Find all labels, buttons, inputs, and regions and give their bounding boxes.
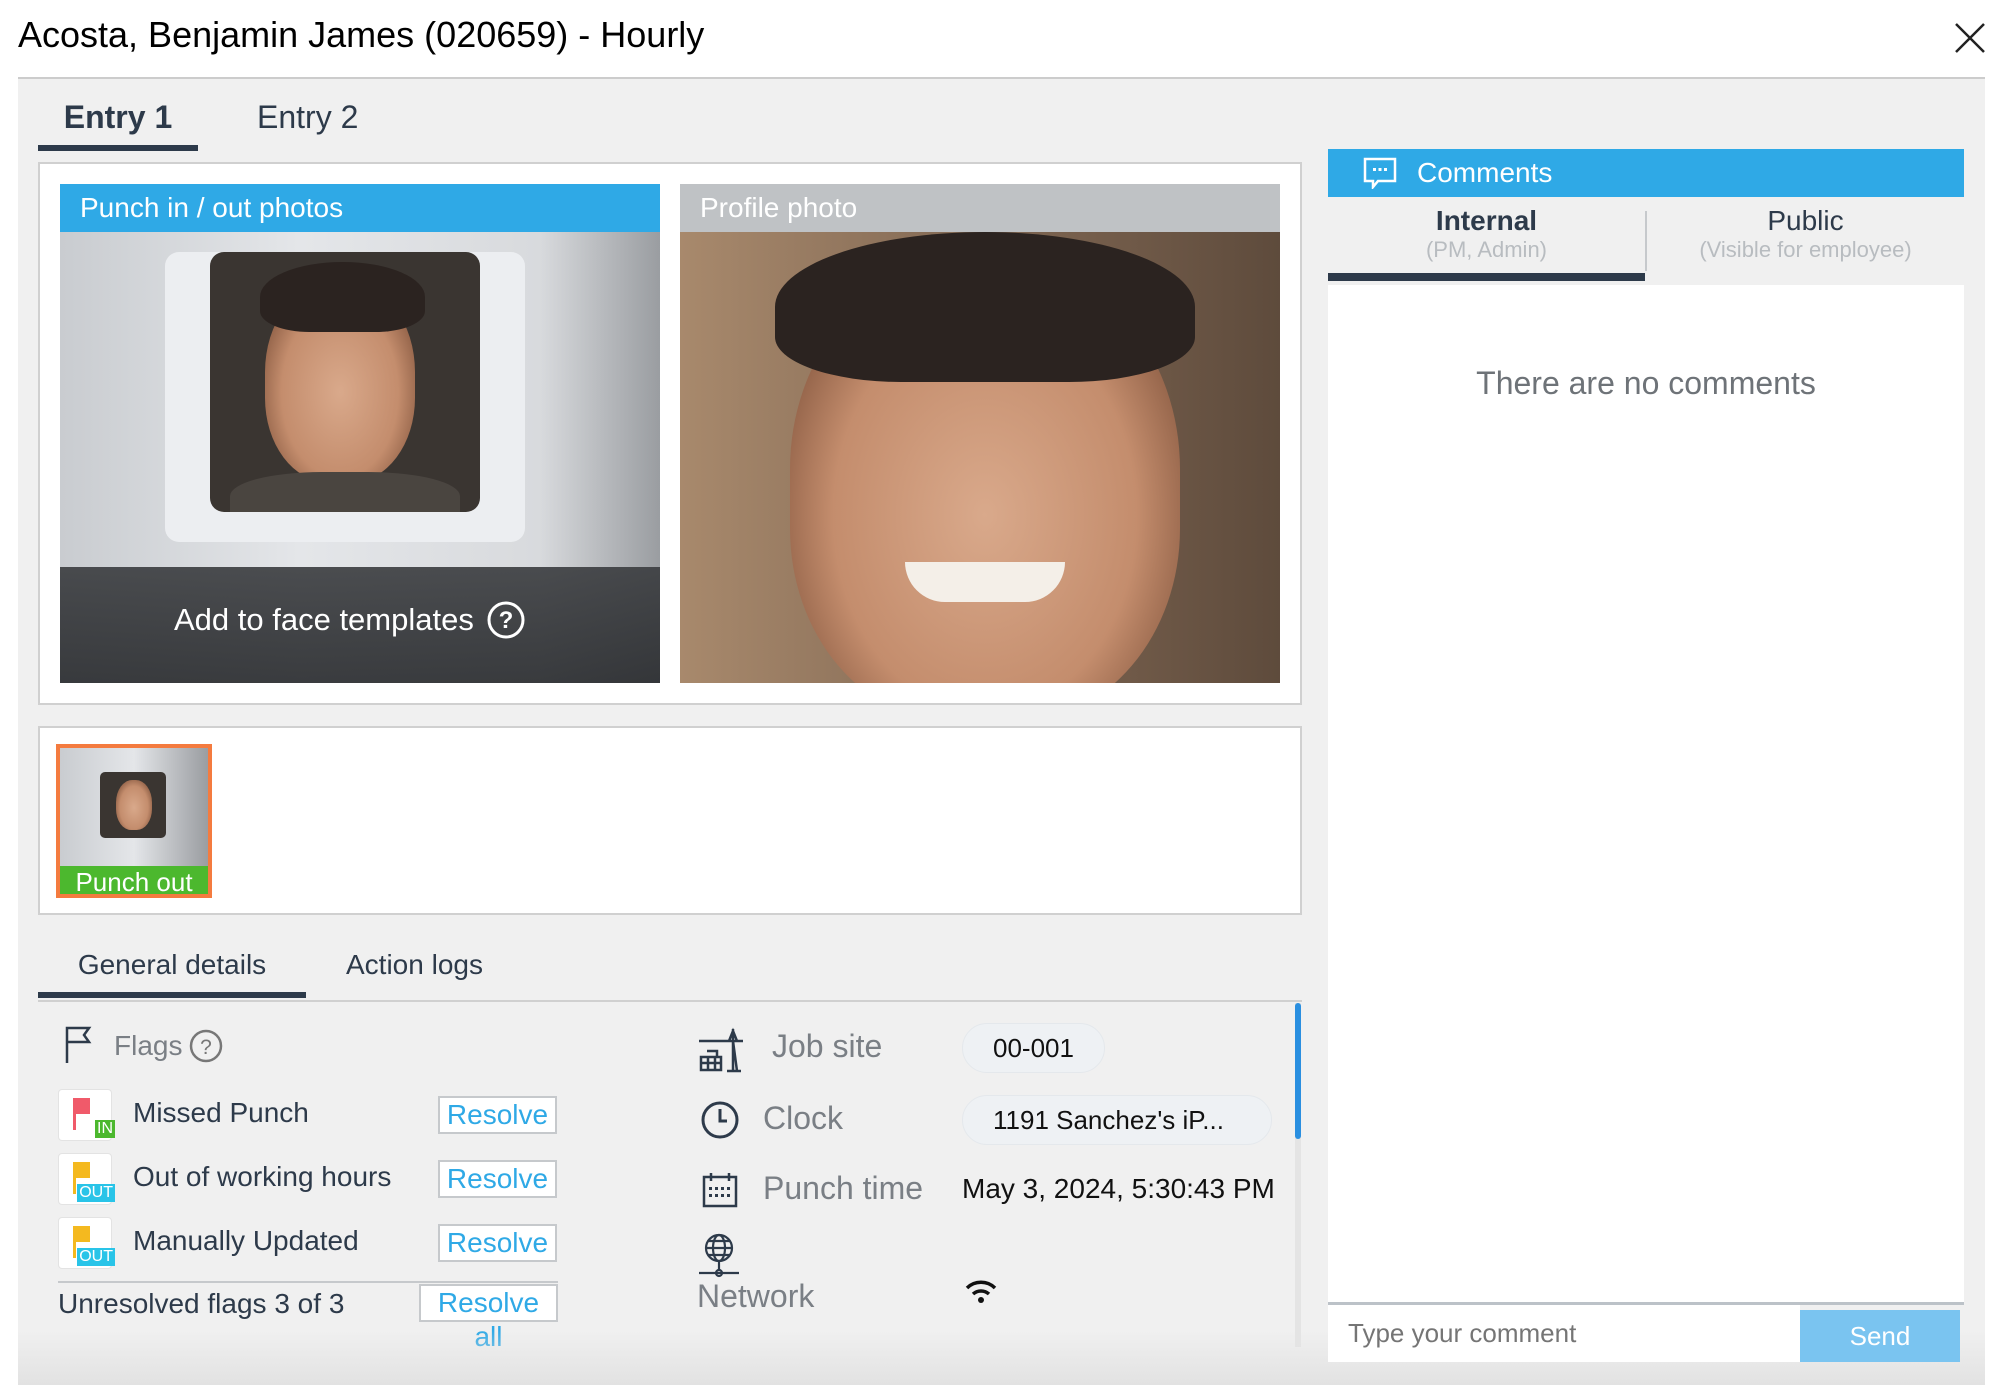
flag-in-icon: IN [58,1089,115,1141]
divider [58,1281,558,1283]
resolve-button[interactable]: Resolve [438,1160,557,1198]
svg-text:?: ? [200,1036,212,1059]
tab-entry-1[interactable]: Entry 1 [38,95,198,151]
svg-text:?: ? [499,607,514,634]
punch-photo[interactable]: Add to face templates ? [60,232,660,683]
tab-entry-2[interactable]: Entry 2 [257,95,358,151]
comment-icon [1363,157,1397,189]
profile-photo [680,232,1280,683]
profile-photo-card: Profile photo [680,184,1280,683]
job-site-icon [699,1027,743,1073]
help-icon[interactable]: ? [189,1029,223,1063]
comments-list: There are no comments [1328,285,1964,1302]
scrollbar-thumb[interactable] [1295,1003,1301,1139]
resolve-all-button[interactable]: Resolve all [419,1284,558,1352]
wifi-icon [965,1280,997,1303]
job-site-value[interactable]: 00-001 [962,1023,1105,1073]
tab-general-details[interactable]: General details [38,940,306,998]
punch-photo-card: Punch in / out photos Add to face templa… [60,184,660,683]
flag-icon [65,1026,92,1063]
comments-title: Comments [1417,157,1553,188]
tab-internal[interactable]: Internal (PM, Admin) [1328,205,1645,281]
empty-comments-message: There are no comments [1476,365,1816,401]
flag-row-out-of-working-hours: OUT Out of working hours Resolve [58,1153,558,1205]
details-scrollbar[interactable] [1295,1003,1301,1347]
calendar-icon [702,1173,738,1208]
comment-input[interactable] [1328,1305,1800,1362]
close-icon[interactable] [1952,20,1988,56]
clock-icon [701,1101,739,1139]
add-to-face-templates-link[interactable]: Add to face templates [174,602,474,638]
flag-row-manually-updated: OUT Manually Updated Resolve [58,1217,558,1269]
thumbnail-label: Punch out [60,866,208,894]
thumbnail-strip [38,726,1302,915]
resolve-button[interactable]: Resolve [438,1096,557,1134]
divider [38,1000,1302,1002]
dialog-title: Acosta, Benjamin James (020659) - Hourly [18,14,705,55]
help-icon[interactable]: ? [486,600,526,640]
unresolved-flags-summary: Unresolved flags 3 of 3 [58,1288,345,1319]
tab-public[interactable]: Public (Visible for employee) [1647,205,1964,281]
network-icon [699,1233,739,1278]
punch-time-label: Punch time [763,1170,924,1206]
clock-label: Clock [763,1100,844,1136]
send-button[interactable]: Send [1800,1310,1960,1362]
tab-action-logs[interactable]: Action logs [346,940,483,998]
resolve-button[interactable]: Resolve [438,1224,557,1262]
comments-header: Comments [1328,149,1964,197]
job-site-label: Job site [772,1028,883,1064]
punch-photos-header: Punch in / out photos [60,184,660,232]
flag-row-missed-punch: IN Missed Punch Resolve [58,1089,558,1141]
flag-out-icon: OUT [58,1217,115,1269]
punch-time-value: May 3, 2024, 5:30:43 PM [962,1173,1275,1204]
thumbnail-punch-out[interactable]: Punch out [56,744,212,898]
network-label: Network [697,1278,815,1314]
flags-title: Flags [114,1030,183,1061]
profile-photo-header: Profile photo [680,184,1280,232]
flag-out-icon: OUT [58,1153,115,1205]
clock-value[interactable]: 1191 Sanchez's iP... [962,1095,1272,1145]
